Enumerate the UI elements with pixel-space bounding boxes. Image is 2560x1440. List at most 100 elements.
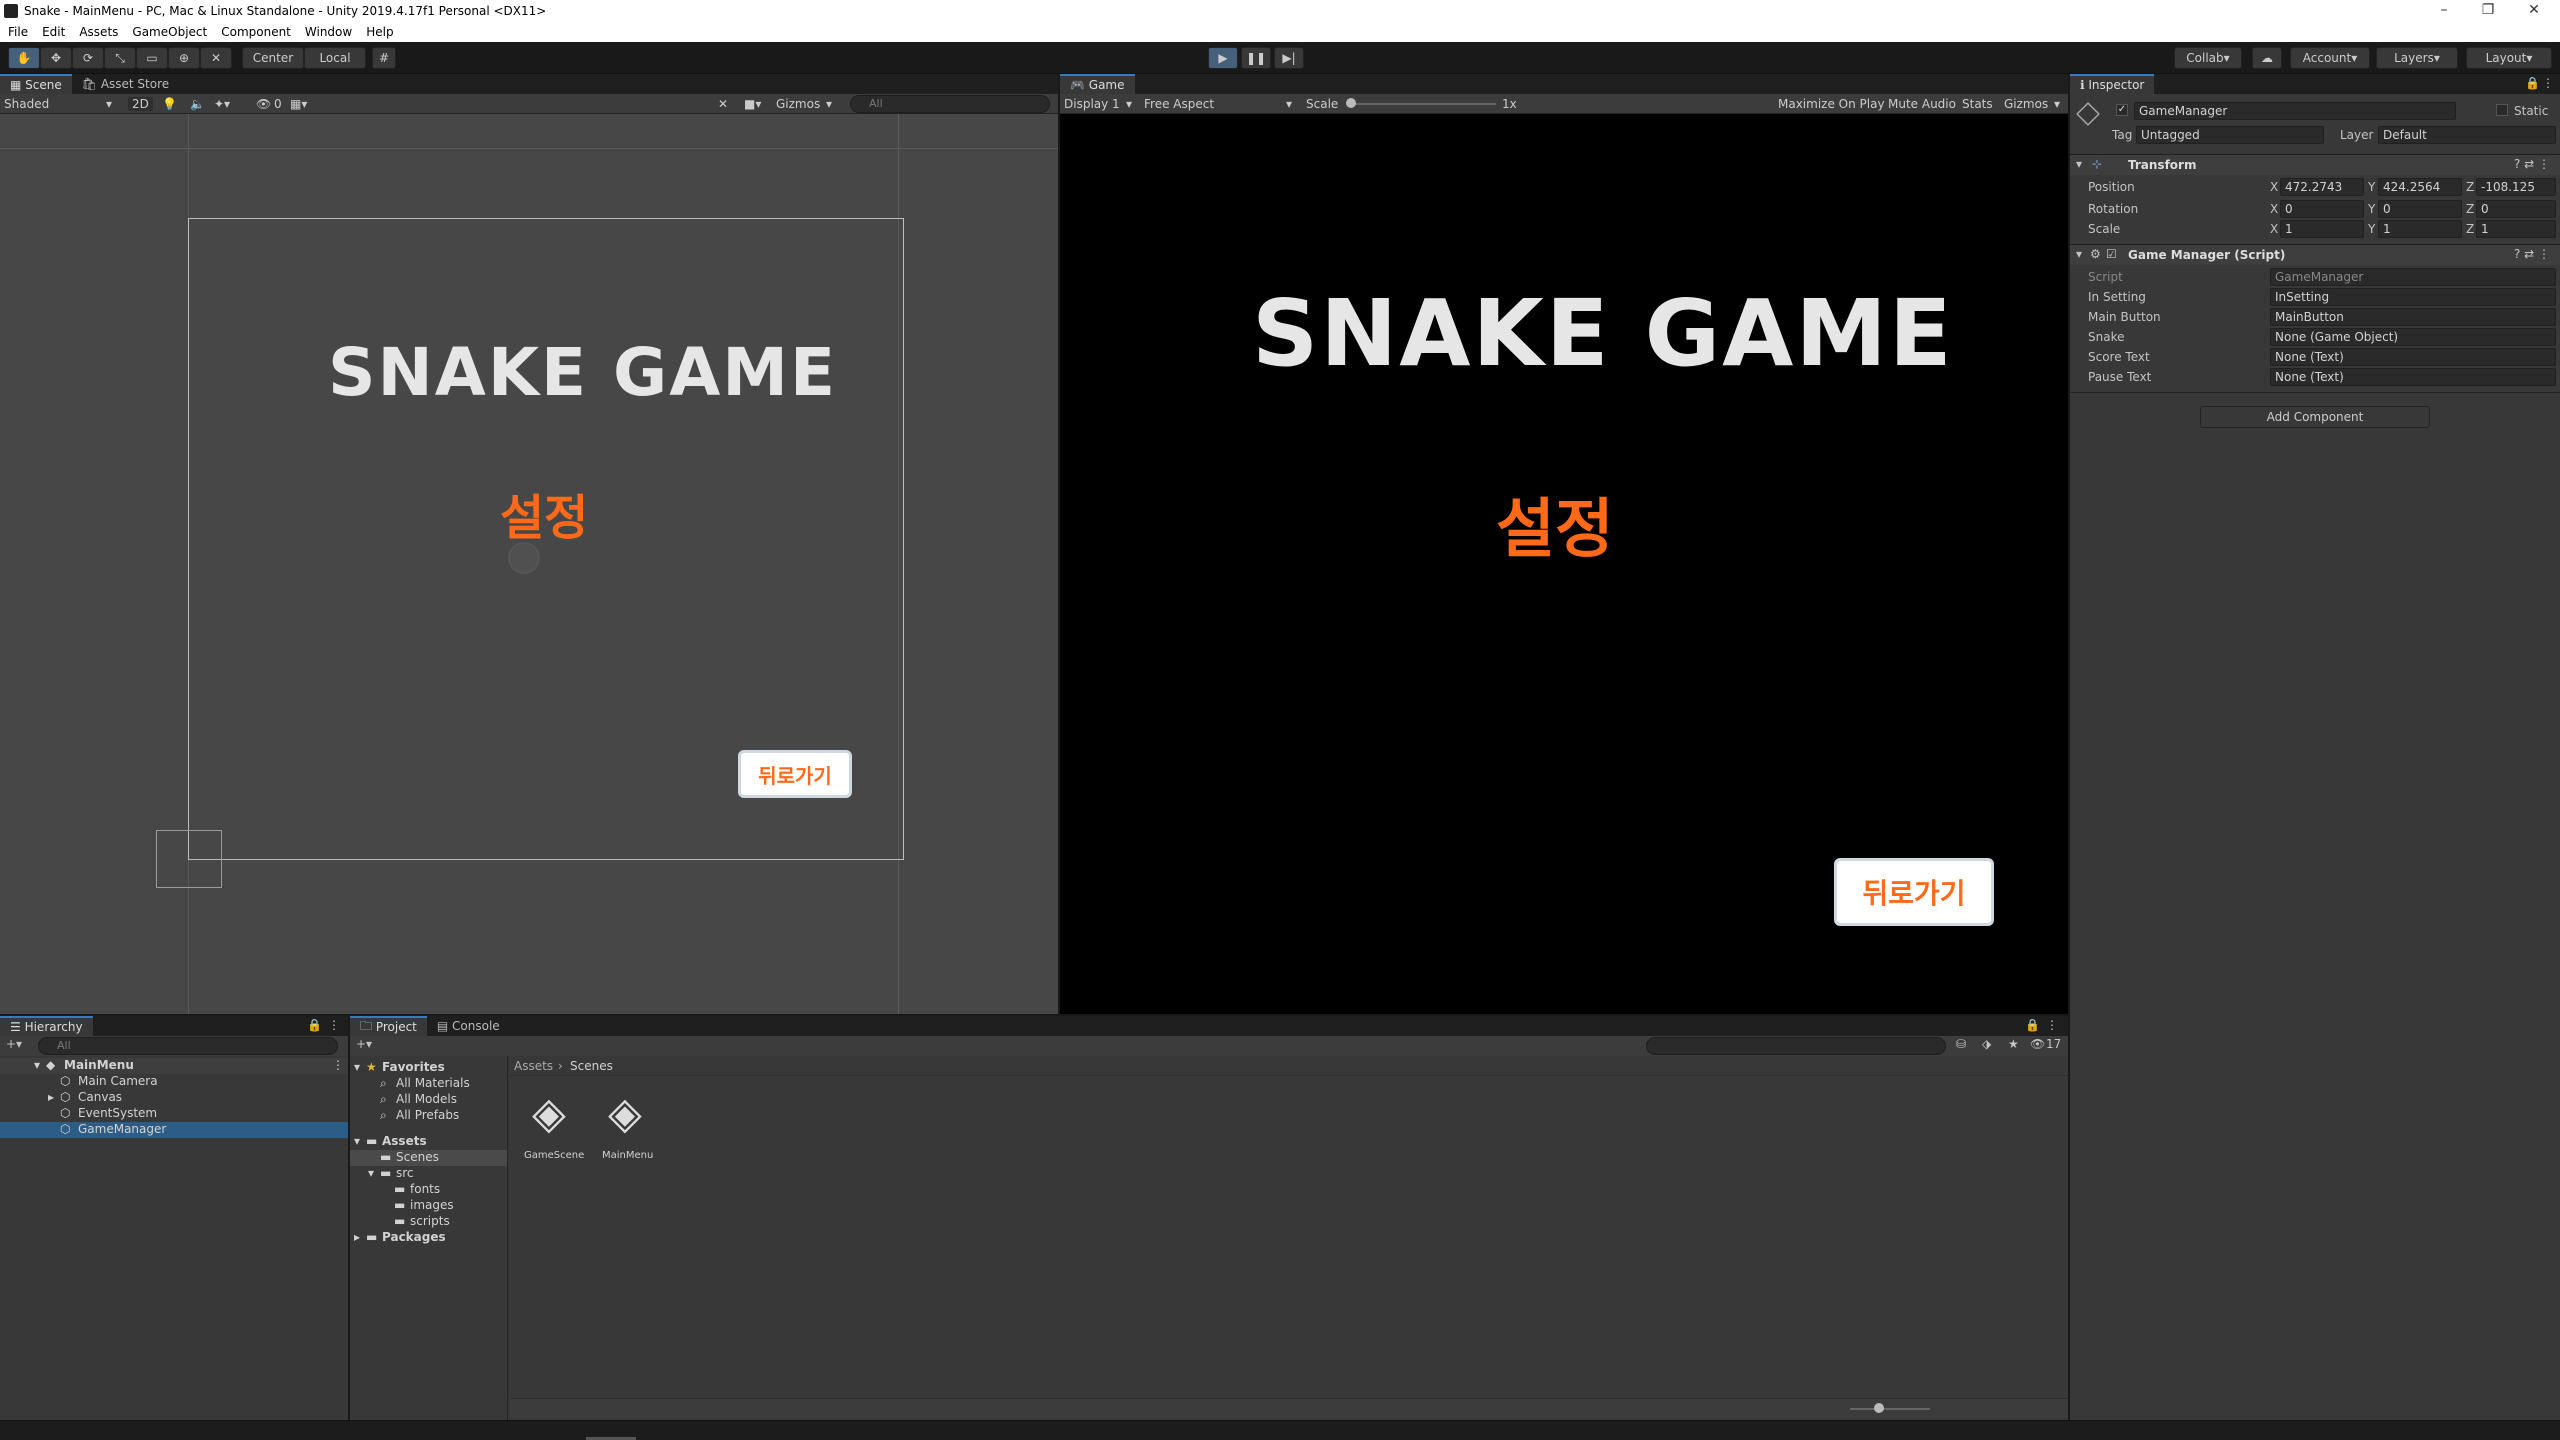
transform-foldout-icon[interactable]: ▾ [2076, 157, 2082, 171]
breadcrumb-assets[interactable]: Assets [514, 1059, 553, 1073]
hierarchy-scene-row[interactable]: ▾ ◆ MainMenu ⋮ [0, 1058, 348, 1074]
play-button[interactable]: ▶ [1208, 47, 1238, 69]
hierarchy-menu-icon[interactable]: ⋮ [328, 1018, 340, 1032]
layer-dropdown[interactable]: Default [2378, 126, 2556, 144]
rotation-z-field[interactable]: 0 [2476, 200, 2556, 218]
folder-item[interactable]: images [410, 1198, 454, 1212]
layers-dropdown[interactable]: Layers ▾ [2376, 47, 2458, 69]
packages-folder-label[interactable]: Packages [382, 1230, 446, 1244]
static-checkbox[interactable] [2496, 104, 2508, 116]
collab-button[interactable]: Collab ▾ [2174, 47, 2242, 69]
favorites-foldout-icon[interactable]: ▾ [354, 1060, 360, 1074]
position-y-field[interactable]: 424.2564 [2378, 178, 2462, 196]
scene-menu-icon[interactable]: ⋮ [332, 1058, 344, 1072]
hierarchy-item[interactable]: ▸ ⬡ Canvas [0, 1090, 348, 1106]
camera-icon[interactable]: ■▾ [744, 97, 761, 111]
asset-item[interactable]: ◈ GameScene [520, 1088, 590, 1178]
snake-field[interactable]: None (Game Object) [2270, 328, 2556, 346]
favorites-label[interactable]: Favorites [382, 1060, 445, 1074]
scene-foldout-icon[interactable]: ▾ [34, 1058, 40, 1072]
account-dropdown[interactable]: Account ▾ [2290, 47, 2370, 69]
grid-snap-icon[interactable]: # [372, 47, 396, 69]
rotation-x-field[interactable]: 0 [2280, 200, 2364, 218]
restore-icon[interactable]: ❐ [2468, 0, 2508, 21]
close-icon[interactable]: ✕ [2514, 0, 2554, 21]
scene-back-button[interactable]: 뒤로가기 [738, 750, 852, 798]
grid-icon[interactable]: ▦▾ [290, 97, 307, 111]
project-lock-icon[interactable]: 🔒 [2025, 1018, 2040, 1032]
rect-tool-icon[interactable]: ▭ [136, 47, 168, 69]
step-button[interactable]: ▶| [1274, 47, 1304, 69]
scale-z-field[interactable]: 1 [2476, 220, 2556, 238]
rotate-tool-icon[interactable]: ⟳ [72, 47, 104, 69]
layout-dropdown[interactable]: Layout ▾ [2466, 47, 2552, 69]
stats-toggle[interactable]: Stats [1962, 97, 1993, 111]
hierarchy-lock-icon[interactable]: 🔒 [307, 1018, 322, 1032]
assets-folder-label[interactable]: Assets [382, 1134, 427, 1148]
game-gizmos-dropdown[interactable]: Gizmos [2004, 97, 2048, 111]
hand-tool-icon[interactable]: ✋ [8, 47, 40, 69]
tag-dropdown[interactable]: Untagged [2136, 126, 2324, 144]
scale-slider-handle[interactable] [1346, 98, 1356, 108]
rotation-y-field[interactable]: 0 [2378, 200, 2462, 218]
menu-window[interactable]: Window [305, 25, 352, 39]
favorite-item[interactable]: All Models [396, 1092, 457, 1106]
shading-dropdown[interactable]: Shaded [4, 97, 49, 111]
folder-item[interactable]: src [396, 1166, 414, 1180]
pause-text-field[interactable]: None (Text) [2270, 368, 2556, 386]
score-text-field[interactable]: None (Text) [2270, 348, 2556, 366]
hidden-objects-icon[interactable]: 👁 [256, 97, 271, 111]
canvas-foldout-icon[interactable]: ▸ [48, 1090, 54, 1104]
inspector-menu-icon[interactable]: ⋮ [2542, 76, 2554, 90]
scale-slider[interactable] [1350, 103, 1496, 105]
tab-scene[interactable]: ▦ Scene [0, 74, 72, 94]
hierarchy-item-selected[interactable]: ⬡ GameManager [0, 1122, 348, 1138]
position-x-field[interactable]: 472.2743 [2280, 178, 2364, 196]
transform-menu-icon[interactable]: ? ⇄ ⋮ [2514, 157, 2550, 171]
effects-icon[interactable]: ✦▾ [214, 97, 230, 111]
main-button-field[interactable]: MainButton [2270, 308, 2556, 326]
script-enabled-checkbox[interactable]: ☑ [2106, 247, 2117, 261]
menu-gameobject[interactable]: GameObject [132, 25, 207, 39]
scale-y-field[interactable]: 1 [2378, 220, 2462, 238]
display-dropdown[interactable]: Display 1 [1064, 97, 1120, 111]
position-z-field[interactable]: -108.125 [2476, 178, 2556, 196]
tools-icon[interactable]: ✕ [718, 97, 728, 111]
folder-item[interactable]: scripts [410, 1214, 450, 1228]
cloud-icon[interactable]: ☁ [2252, 47, 2282, 69]
menu-help[interactable]: Help [366, 25, 393, 39]
menu-component[interactable]: Component [221, 25, 291, 39]
packages-foldout-icon[interactable]: ▸ [354, 1230, 360, 1244]
transform-tool-icon[interactable]: ⊕ [168, 47, 200, 69]
gizmo-handle[interactable] [508, 542, 540, 574]
project-search-input[interactable] [1646, 1037, 1946, 1055]
src-foldout-icon[interactable]: ▾ [368, 1166, 374, 1180]
menu-assets[interactable]: Assets [79, 25, 118, 39]
minimize-icon[interactable]: – [2424, 0, 2464, 21]
script-menu-icon[interactable]: ? ⇄ ⋮ [2514, 247, 2550, 261]
audio-icon[interactable]: 🔈 [190, 97, 205, 111]
pivot-center-button[interactable]: Center [242, 47, 304, 69]
pivot-local-button[interactable]: Local [304, 47, 366, 69]
game-back-button[interactable]: 뒤로가기 [1834, 858, 1994, 926]
folder-item[interactable]: fonts [410, 1182, 440, 1196]
add-component-button[interactable]: Add Component [2200, 406, 2430, 428]
object-name-field[interactable]: GameManager [2134, 102, 2456, 120]
tab-inspector[interactable]: ℹ Inspector [2070, 74, 2155, 94]
icon-size-slider[interactable] [1850, 1408, 1930, 1410]
asset-item[interactable]: ◈ MainMenu [596, 1088, 666, 1178]
move-tool-icon[interactable]: ✥ [40, 47, 72, 69]
search-by-type-icon[interactable]: ⛁ [1956, 1037, 1966, 1051]
tab-game[interactable]: 🎮 Game [1060, 74, 1135, 94]
in-setting-field[interactable]: InSetting [2270, 288, 2556, 306]
script-foldout-icon[interactable]: ▾ [2076, 247, 2082, 261]
project-add-icon[interactable]: +▾ [356, 1037, 372, 1051]
favorite-item[interactable]: All Prefabs [396, 1108, 459, 1122]
tab-hierarchy[interactable]: ☰ Hierarchy [0, 1016, 93, 1036]
scene-gizmos-dropdown[interactable]: Gizmos [776, 97, 820, 111]
menu-file[interactable]: File [8, 25, 28, 39]
hierarchy-item[interactable]: ⬡ Main Camera [0, 1074, 348, 1090]
script-component-header[interactable]: ▾ ⚙ ☑ Game Manager (Script) ? ⇄ ⋮ [2070, 245, 2560, 265]
custom-tool-icon[interactable]: ✕ [200, 47, 232, 69]
icon-size-slider-handle[interactable] [1874, 1403, 1884, 1413]
